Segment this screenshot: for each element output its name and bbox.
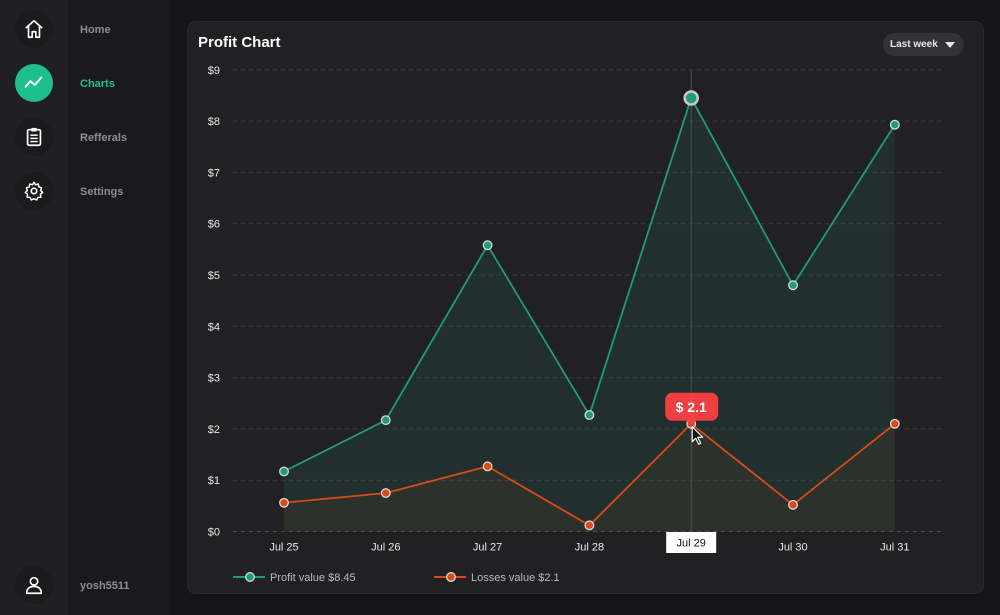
profit-chart: $0 $1 $2 $3 $4 $5 $6 $7 $8 $9 Jul 25 Jul 26 Jul 27 Ju… [208,65,945,584]
x-tick-label: Jul 30 [778,542,807,554]
x-tick-label: Jul 27 [473,542,502,554]
data-point-losses [788,499,798,510]
legend-swatch-dot [446,572,456,582]
legend-label: Profit value $8.45 [270,572,356,584]
data-point-profit [380,415,391,426]
x-tick-label: Jul 26 [371,542,400,554]
y-tick-label: $4 [208,321,220,333]
y-tick-label: $6 [208,219,220,231]
y-tick-label: $5 [208,270,220,282]
y-tick-label: $9 [208,65,220,77]
data-point-losses [279,497,289,508]
data-point-losses [584,520,595,531]
y-tick-label: $8 [208,116,220,128]
legend-label: Losses value $2.1 [471,572,560,584]
data-point-profit [683,90,699,106]
x-tick-label: Jul 25 [269,542,298,554]
data-point-losses [380,488,391,498]
data-point-losses [482,461,493,472]
data-point-profit [482,240,493,251]
y-tick-label: $0 [208,527,220,539]
tooltip-value: $ 2.1 [676,399,707,415]
y-tick-label: $1 [208,475,220,487]
y-tick-label: $7 [208,167,220,179]
y-tick-label: $2 [208,424,220,436]
data-point-profit [788,280,798,291]
data-point-profit [584,410,595,420]
data-point-losses [889,418,900,429]
y-tick-label: $3 [208,373,220,385]
x-tick-label: Jul 28 [575,542,604,554]
x-tick-label: Jul 31 [880,542,909,554]
legend-swatch-dot [245,572,255,582]
x-tick-label: Jul 29 [677,538,706,550]
series-area-profit [284,98,895,532]
data-point-profit [889,119,900,130]
data-point-profit [279,466,289,477]
